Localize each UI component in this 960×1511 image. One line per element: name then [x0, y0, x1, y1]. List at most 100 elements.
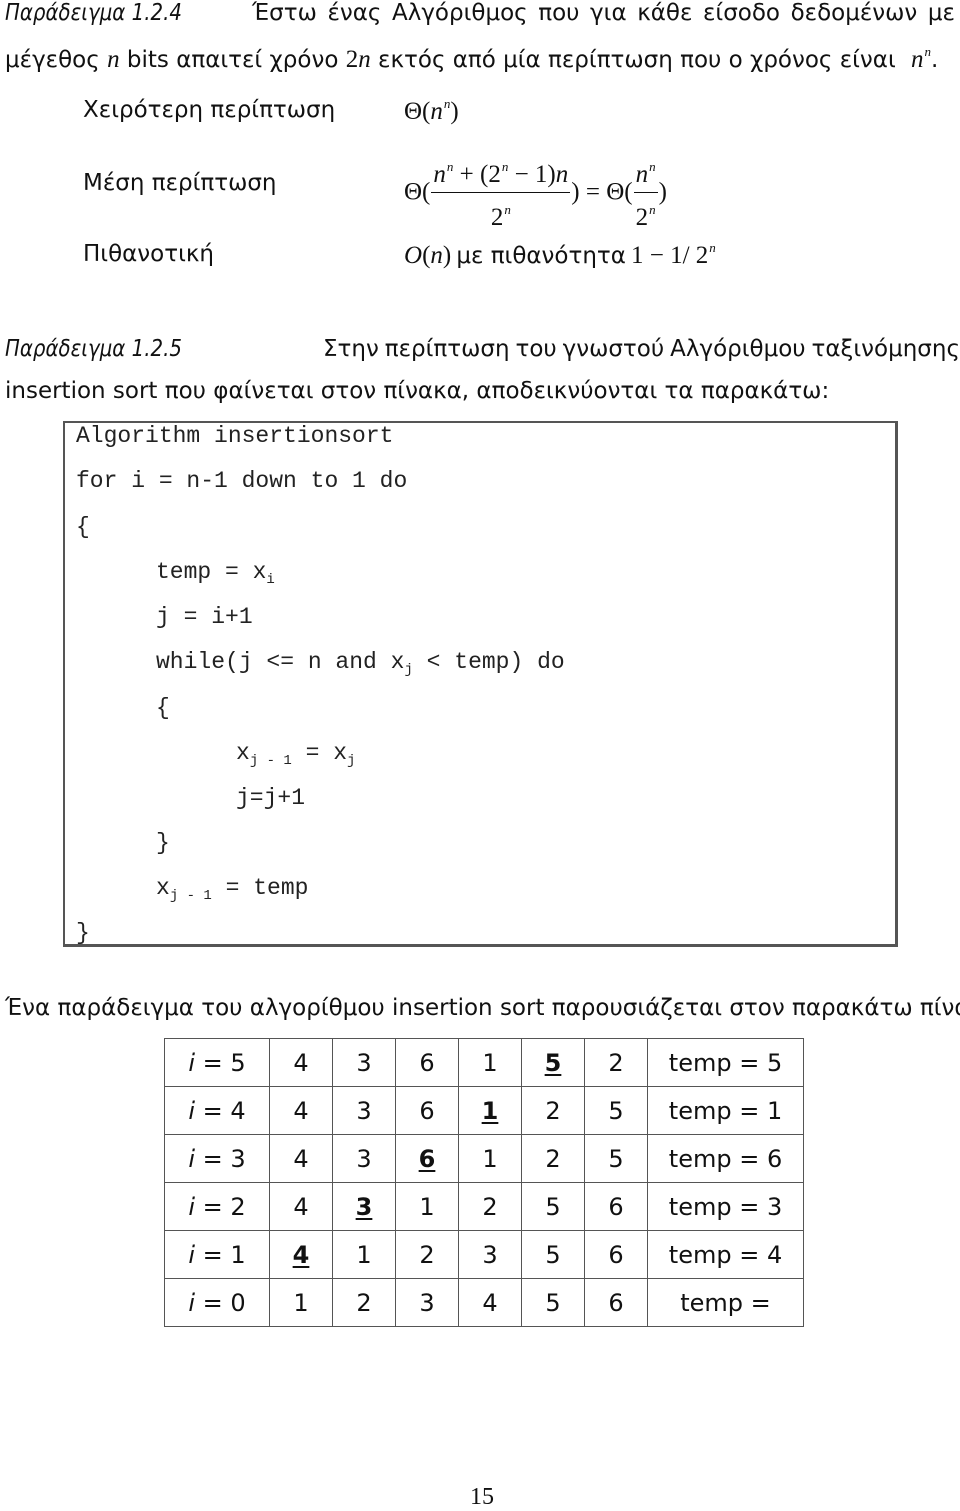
array-cell-current: 6: [395, 1134, 459, 1183]
iteration-cell: i = 1: [164, 1230, 270, 1279]
word: είσοδο: [703, 0, 781, 26]
text: .: [931, 47, 939, 73]
word: περίπτωση: [384, 336, 510, 362]
array-cell: 5: [521, 1182, 585, 1231]
table-row: i = 1 4 1 2 3 5 6 temp = 4: [164, 1230, 804, 1279]
example-125-line2: insertion sort που φαίνεται στον πίνακα,…: [5, 378, 830, 404]
case-expr-probabilistic: O(n) με πιθανότητα 1 − 1/ 2n: [404, 240, 716, 269]
array-cell: 3: [332, 1134, 396, 1183]
array-cell: 5: [521, 1278, 585, 1327]
page-number: 15: [470, 1484, 494, 1510]
table-row: i = 4 4 3 6 1 2 5 temp = 1: [164, 1086, 804, 1135]
array-cell: 3: [332, 1086, 396, 1135]
array-cell: 2: [395, 1230, 459, 1279]
table-row: i = 0 1 2 3 4 5 6 temp =: [164, 1278, 804, 1327]
array-cell-current: 3: [332, 1182, 396, 1231]
array-cell: 2: [521, 1134, 585, 1183]
array-cell: 4: [269, 1038, 333, 1087]
array-cell: 4: [458, 1278, 522, 1327]
example-124-intro-words: Έστω ένας Αλγόριθμος που για κάθε είσοδο…: [252, 0, 955, 26]
pseudocode-box: [63, 421, 898, 947]
array-cell: 6: [584, 1182, 648, 1231]
word: του: [515, 336, 557, 362]
word: με: [927, 0, 955, 26]
case-label-average: Μέση περίπτωση: [83, 170, 277, 196]
array-cell: 3: [458, 1230, 522, 1279]
code-inner-close-brace: }: [156, 830, 170, 856]
array-cell: 2: [332, 1278, 396, 1327]
math-var-n: n: [107, 46, 120, 73]
math-2n: 2n: [345, 46, 371, 73]
temp-cell: temp = 6: [647, 1134, 804, 1183]
table-row: i = 2 4 3 1 2 5 6 temp = 3: [164, 1182, 804, 1231]
array-cell: 6: [584, 1278, 648, 1327]
array-cell: 1: [458, 1038, 522, 1087]
word: Αλγόριθμου: [670, 336, 806, 362]
array-cell: 2: [584, 1038, 648, 1087]
array-cell: 1: [269, 1278, 333, 1327]
math-n-pow-n: nn: [911, 44, 932, 73]
array-cell: 4: [269, 1134, 333, 1183]
temp-cell: temp = 4: [647, 1230, 804, 1279]
word: γνωστού: [562, 336, 665, 362]
word: ταξινόμησης: [811, 336, 960, 362]
case-label-probabilistic: Πιθανοτική: [83, 241, 214, 267]
code-for-line: for i = n-1 down to 1 do: [76, 468, 408, 494]
table-intro: Ένα παράδειγμα του αλγορίθμου insertion …: [5, 995, 960, 1021]
word: Αλγόριθμος: [391, 0, 528, 26]
code-close-brace: }: [76, 920, 90, 946]
code-inner-open-brace: {: [156, 695, 170, 721]
code-j-init: j = i+1: [156, 604, 253, 630]
iteration-cell: i = 3: [164, 1134, 270, 1183]
insertion-sort-trace-table: i = 5 4 3 6 1 5 2 temp = 5i = 4 4 3 6 1 2 5 temp = 1i …: [164, 1038, 804, 1327]
array-cell-current: 4: [269, 1230, 333, 1279]
array-cell: 2: [521, 1086, 585, 1135]
code-shift-line: xj - 1 = xj: [236, 740, 356, 769]
code-open-brace: {: [76, 514, 90, 540]
array-cell: 2: [458, 1182, 522, 1231]
temp-cell: temp = 1: [647, 1086, 804, 1135]
iteration-cell: i = 0: [164, 1278, 270, 1327]
word: για: [590, 0, 627, 26]
iteration-cell: i = 5: [164, 1038, 270, 1087]
array-cell: 5: [584, 1134, 648, 1183]
case-expr-worst: Θ(nn): [404, 96, 459, 125]
array-cell-current: 1: [458, 1086, 522, 1135]
iteration-cell: i = 4: [164, 1086, 270, 1135]
text: εκτός από μία περίπτωση που ο χρόνος είν…: [378, 47, 896, 73]
temp-cell: temp = 3: [647, 1182, 804, 1231]
example-124-line2: μέγεθος n bits απαιτεί χρόνο 2n εκτός απ…: [5, 44, 938, 74]
word: Στην: [323, 336, 379, 362]
text: bits απαιτεί χρόνο: [126, 47, 339, 73]
array-cell: 5: [521, 1230, 585, 1279]
array-cell: 6: [584, 1230, 648, 1279]
array-cell: 6: [395, 1038, 459, 1087]
word: Έστω: [252, 0, 317, 26]
word: που: [538, 0, 580, 26]
table-row: i = 3 4 3 6 1 2 5 temp = 6: [164, 1134, 804, 1183]
text: μέγεθος: [5, 47, 100, 73]
array-cell-current: 5: [521, 1038, 585, 1087]
word: ένας: [327, 0, 382, 26]
array-cell: 1: [458, 1134, 522, 1183]
iteration-cell: i = 2: [164, 1182, 270, 1231]
example-124-line1: Παράδειγμα 1.2.4 Έστω ένας Αλγόριθμος πο…: [5, 0, 955, 32]
example-124-label: Παράδειγμα 1.2.4: [5, 0, 182, 26]
temp-cell: temp = 5: [647, 1038, 804, 1087]
text: με πιθανότητα: [456, 243, 626, 269]
example-125-label: Παράδειγμα 1.2.5: [5, 336, 182, 362]
example-125-intro-words: Στην περίπτωση του γνωστού Αλγόριθμου τα…: [323, 336, 960, 362]
array-cell: 3: [395, 1278, 459, 1327]
code-title: Algorithm insertionsort: [76, 423, 394, 449]
example-125-line1: Παράδειγμα 1.2.5 Στην περίπτωση του γνωσ…: [5, 336, 960, 368]
code-while-line: while(j <= n and xj < temp) do: [156, 649, 565, 678]
case-label-worst: Χειρότερη περίπτωση: [83, 97, 336, 123]
array-cell: 3: [332, 1038, 396, 1087]
case-expr-average: Θ(nn + (2n − 1)n 2n) = Θ(nn 2n): [404, 152, 667, 233]
code-temp-assign: temp = xi: [156, 559, 275, 588]
array-cell: 4: [269, 1086, 333, 1135]
array-cell: 5: [584, 1086, 648, 1135]
array-cell: 1: [332, 1230, 396, 1279]
array-cell: 4: [269, 1182, 333, 1231]
array-cell: 6: [395, 1086, 459, 1135]
